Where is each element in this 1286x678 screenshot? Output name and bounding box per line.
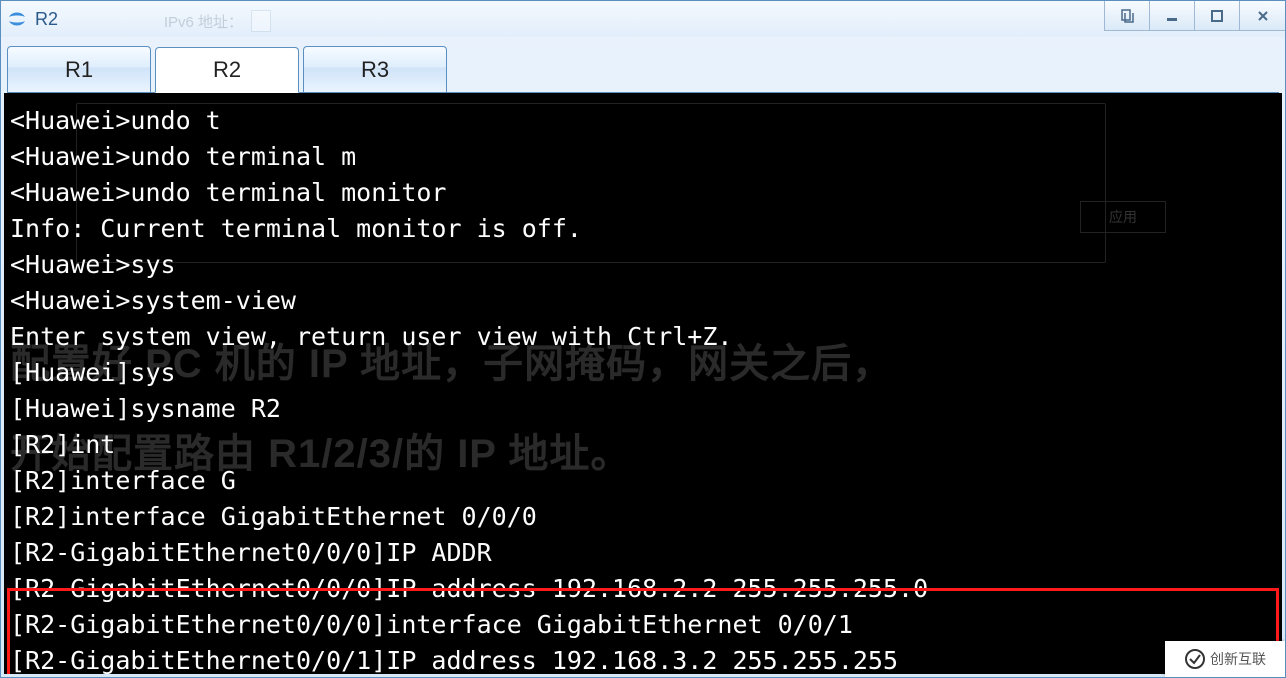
app-icon xyxy=(7,9,27,29)
tab-label: R3 xyxy=(361,57,389,83)
watermark: 创新互联 xyxy=(1165,641,1285,677)
window-controls xyxy=(1105,1,1285,31)
watermark-icon xyxy=(1184,648,1206,670)
tab-r1[interactable]: R1 xyxy=(7,46,151,92)
minimize-button[interactable] xyxy=(1149,1,1195,31)
window-action-button[interactable] xyxy=(1104,1,1150,31)
app-window: R2 IPv6 地址： 前缀长度： 128 R1 R2 R3 应用 xyxy=(0,0,1286,678)
tab-r2[interactable]: R2 xyxy=(155,47,299,93)
tab-r3[interactable]: R3 xyxy=(303,46,447,92)
watermark-text: 创新互联 xyxy=(1210,649,1266,669)
terminal-output: <Huawei>undo t <Huawei>undo terminal m <… xyxy=(10,103,1276,674)
tabstrip: R1 R2 R3 xyxy=(7,43,1279,93)
terminal[interactable]: 应用 配置好 PC 机的 IP 地址，子网掩码，网关之后， 开始配置路由 R1/… xyxy=(4,93,1282,674)
window-title: R2 xyxy=(35,9,58,30)
close-button[interactable] xyxy=(1239,1,1285,31)
tab-label: R1 xyxy=(65,57,93,83)
tab-label: R2 xyxy=(213,57,241,83)
titlebar: R2 xyxy=(1,1,1285,37)
maximize-button[interactable] xyxy=(1194,1,1240,31)
